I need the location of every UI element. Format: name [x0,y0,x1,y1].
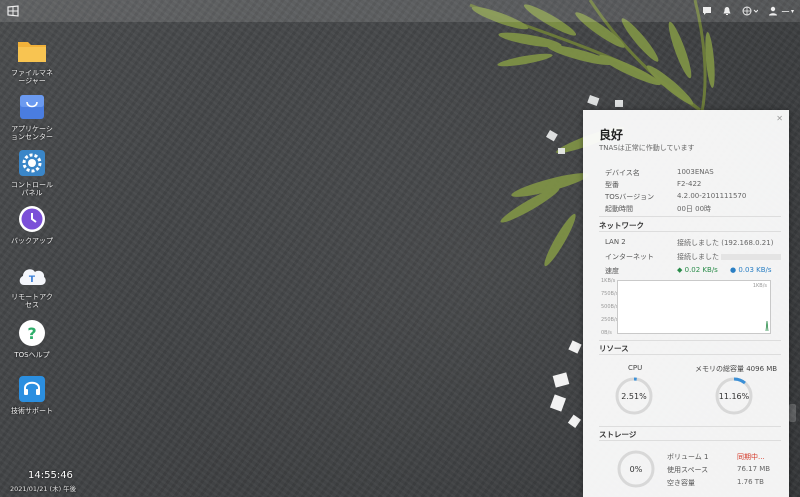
download-speed-value: 0.03 KB/s [738,266,772,274]
graph-y-label: 250B/s [601,317,619,323]
cpu-value: 2.51% [621,391,647,401]
close-icon[interactable]: ✕ [776,114,783,123]
status-subtitle: TNASは正常に作動しています [599,144,695,152]
redacted-ip [721,254,781,260]
resources-section-title: リソース [599,344,629,353]
storage-value-text: 76.17 MB [737,465,771,473]
desktop-icon-label: リモートアクセス [11,293,53,309]
divider [599,440,781,441]
clock-date: 2021/01/21 (木) 午後 [10,485,77,493]
desktop-icon-tech-support[interactable]: 技術サポート [8,374,56,415]
desktop-icon-label: ファイルマネージャー [11,69,53,85]
network-key: LAN 2 [605,238,626,246]
divider [599,231,781,232]
upload-speed: ◆ 0.02 KB/s [677,266,718,274]
info-key: デバイス名 [605,169,640,177]
divider [599,354,781,355]
divider [599,216,781,217]
clock-time: 14:55:46 [28,470,73,481]
top-bar: ー ▾ [0,0,800,22]
desktop-menu-icon[interactable] [6,4,20,18]
desktop-clock: 14:55:46 2021/01/21 (木) 午後 [10,470,76,493]
info-key: 型番 [605,181,619,189]
user-menu[interactable]: ー ▾ [768,5,794,18]
svg-text:T: T [29,275,36,285]
desktop-icon-label: バックアップ [11,237,53,245]
upload-speed-value: 0.02 KB/s [684,266,718,274]
cloud-icon: T [17,260,47,290]
download-speed: ● 0.03 KB/s [730,266,772,274]
help-question-icon: ? [17,318,47,348]
network-speed-graph: 1KB/s [617,280,771,334]
info-key: 起動時間 [605,205,633,213]
memory-gauge: 11.16% [714,376,754,416]
headset-support-icon [17,374,47,404]
upload-arrow-icon: ◆ [677,266,683,274]
folder-icon [17,36,47,66]
info-value: 00日 00時 [677,205,712,213]
storage-key: 使用スペース [667,466,709,474]
desktop-icon-label: 技術サポート [11,407,53,415]
storage-key: ボリューム 1 [667,453,709,461]
network-value: 接続しました (192.168.0.21) [677,239,774,247]
info-value: F2-422 [677,180,702,188]
divider [599,340,781,341]
top-bar-right: ー ▾ [702,5,794,18]
graph-y-label: 0B/s [601,330,612,336]
memory-value: 11.16% [718,391,750,401]
network-key: 速度 [605,267,619,275]
graph-y-label: 750B/s [601,291,619,297]
desktop-icon-app-center[interactable]: アプリケーションセンター [8,92,56,141]
cpu-gauge: 2.51% [614,376,654,416]
language-globe-icon[interactable] [742,6,758,16]
backup-clock-icon [17,204,47,234]
side-panel-handle[interactable] [789,404,796,422]
info-value: 4.2.00-2101111570 [677,192,747,200]
network-key: インターネット [605,253,654,261]
status-title: 良好 [599,128,624,142]
desktop-icon-label: アプリケーションセンター [11,125,53,141]
system-status-panel: ✕ 良好 TNASは正常に作動しています デバイス名 1003ENAS 型番 F… [583,110,789,497]
storage-section-title: ストレージ [599,430,637,439]
user-icon [768,6,777,16]
info-key: TOSバージョン [605,193,655,201]
storage-value-text: 1.76 TB [737,478,764,486]
desktop-icon-control-panel[interactable]: コントロールパネル [8,148,56,197]
chevron-down-icon: ▾ [790,7,794,15]
graph-y-label: 1KB/s [601,278,616,284]
desktop-icon-tos-help[interactable]: ? TOSヘルプ [8,318,56,359]
storage-sync-status: 同期中... [737,453,765,461]
desktop-icon-label: TOSヘルプ [14,351,50,359]
desktop-icon-label: コントロールパネル [11,181,53,197]
info-value: 1003ENAS [677,168,714,176]
message-icon[interactable] [702,6,712,16]
svg-text:?: ? [27,324,36,343]
network-section-title: ネットワーク [599,221,644,230]
shopping-bag-icon [17,92,47,122]
notification-bell-icon[interactable] [722,6,732,16]
download-dot-icon: ● [730,266,737,274]
gear-icon [17,148,47,178]
desktop-icon-remote-access[interactable]: T リモートアクセス [8,260,56,309]
user-name: ー [780,7,790,18]
desktop-icon-file-manager[interactable]: ファイルマネージャー [8,36,56,85]
graph-plot [765,320,769,332]
storage-gauge: 0% [616,449,656,489]
cpu-label: CPU [628,364,643,372]
storage-value: 0% [629,464,643,474]
network-value: 接続しました [677,252,781,262]
divider [599,426,781,427]
desktop-icon-backup[interactable]: バックアップ [8,204,56,245]
memory-label: メモリの総容量 4096 MB [695,365,778,373]
network-value-text: 接続しました [677,253,719,261]
graph-y-label: 500B/s [601,304,619,310]
storage-key: 空き容量 [667,479,695,487]
